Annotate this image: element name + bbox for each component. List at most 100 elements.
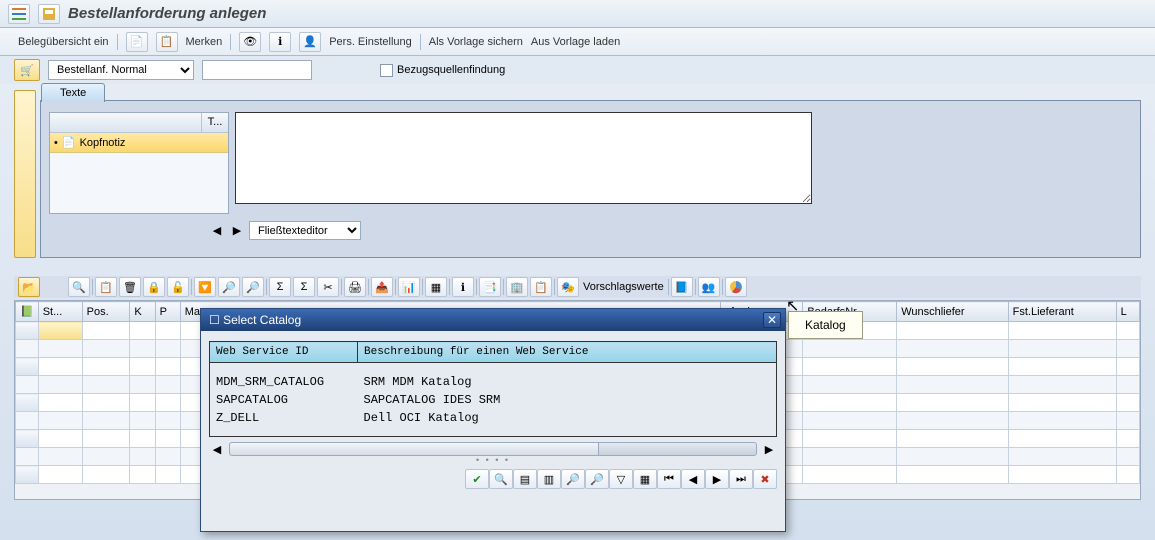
dlg-next-icon[interactable]: ▶ — [705, 469, 729, 489]
menu-icon[interactable] — [8, 4, 30, 24]
title-bar: Bestellanforderung anlegen — [0, 0, 1155, 28]
dlg-layout-icon[interactable]: ▦ — [633, 469, 657, 489]
catalog-row[interactable]: Z_DELLDell OCI Katalog — [210, 409, 777, 427]
info2-icon[interactable]: ℹ — [452, 277, 474, 297]
personal-icon[interactable]: 👤 — [299, 32, 321, 52]
grid-corner-icon[interactable]: 📗 — [16, 302, 39, 322]
env-icon[interactable]: 📑 — [479, 277, 501, 297]
print-icon[interactable]: 🖨 — [344, 277, 366, 297]
personal-label[interactable]: Pers. Einstellung — [329, 36, 412, 48]
page-title: Bestellanforderung anlegen — [68, 5, 266, 22]
overview-toggle[interactable]: Belegübersicht ein — [18, 36, 109, 48]
collapse-header-btn[interactable] — [14, 90, 36, 258]
unlock-icon[interactable]: 🔓 — [167, 277, 189, 297]
copy-icon[interactable]: 📋 — [95, 277, 117, 297]
text-row-label: Kopfnotiz — [80, 137, 126, 149]
detail-icon[interactable]: 🔍 — [68, 277, 90, 297]
dlg-scroll-left-icon[interactable]: ◀ — [209, 441, 225, 457]
sum-icon[interactable]: Σ — [269, 277, 291, 297]
save-template-btn[interactable]: Als Vorlage sichern — [429, 36, 523, 48]
catalog-col-desc[interactable]: Beschreibung für einen Web Service — [358, 342, 777, 363]
source-determination-checkbox[interactable]: Bezugsquellenfindung — [380, 64, 505, 77]
print-preview-icon[interactable]: 👁 — [239, 32, 261, 52]
cart-icon[interactable]: 🛒 — [14, 59, 40, 81]
catalog-row[interactable]: MDM_SRM_CATALOGSRM MDM Katalog — [210, 373, 777, 391]
grid-col-pos[interactable]: Pos. — [82, 302, 130, 322]
collapse-items-btn[interactable]: 📂 — [18, 277, 40, 297]
grid-col-wunsch[interactable]: Wunschliefer — [897, 302, 1008, 322]
excel-icon[interactable]: 📊 — [398, 277, 420, 297]
addr-icon[interactable]: 🏢 — [506, 277, 528, 297]
text-list-col2: T... — [202, 113, 228, 132]
find-icon[interactable]: 🔎 — [218, 277, 240, 297]
delete-icon[interactable]: 🗑 — [119, 277, 141, 297]
dlg-sort-asc-icon[interactable]: ▤ — [513, 469, 537, 489]
dlg-last-icon[interactable]: ⏭ — [729, 469, 753, 489]
separator — [395, 279, 396, 295]
grid-col-p[interactable]: P — [155, 302, 180, 322]
dlg-scroll-right-icon[interactable]: ▶ — [761, 441, 777, 457]
dlg-filter-icon[interactable]: ▽ — [609, 469, 633, 489]
separator — [695, 279, 696, 295]
catalog-col-id[interactable]: Web Service ID — [210, 342, 358, 363]
separator — [191, 279, 192, 295]
next-text-icon[interactable]: ▶ — [229, 223, 245, 239]
separator — [449, 279, 450, 295]
hold-label[interactable]: Merken — [186, 36, 223, 48]
app-toolbar: Belegübersicht ein 📄 📋 Merken 👁 ℹ 👤 Pers… — [0, 28, 1155, 56]
item-toolbar: 📂 🔍 📋 🗑 🔒 🔓 🔽 🔎 🔎 Σ Σ ✂ 🖨 📤 📊 ▦ ℹ 📑 🏢 📋 … — [14, 276, 1141, 298]
hold-icon[interactable]: 📋 — [156, 32, 178, 52]
find-next-icon[interactable]: 🔎 — [242, 277, 264, 297]
assign-icon[interactable]: 👥 — [698, 277, 720, 297]
grid-col-l[interactable]: L — [1116, 302, 1139, 322]
export-icon[interactable]: 📤 — [371, 277, 393, 297]
tooltip-katalog: Katalog — [788, 311, 863, 339]
vorschlag-label[interactable]: Vorschlagswerte — [583, 281, 664, 293]
grid-col-st[interactable]: St... — [38, 302, 82, 322]
new-doc-icon[interactable]: 📄 — [126, 32, 148, 52]
clown-icon[interactable]: 🎭 — [557, 277, 579, 297]
dialog-resize-grip[interactable]: • • • • — [201, 455, 785, 465]
tab-texte[interactable]: Texte — [41, 83, 105, 102]
header-tabs: Texte T... • 📄 Kopfnotiz ◀ ▶ Fließtexted… — [40, 100, 1141, 258]
dialog-hscrollbar[interactable] — [229, 442, 757, 456]
separator — [341, 279, 342, 295]
dlg-find-icon[interactable]: 🔎 — [561, 469, 585, 489]
editor-mode-select[interactable]: Fließtexteditor — [249, 221, 361, 240]
prev-text-icon[interactable]: ◀ — [209, 223, 225, 239]
cond-icon[interactable]: 📋 — [530, 277, 552, 297]
grid-col-fst[interactable]: Fst.Lieferant — [1008, 302, 1116, 322]
text-row-kopfnotiz[interactable]: • 📄 Kopfnotiz — [50, 133, 228, 153]
dialog-close-icon[interactable]: ✕ — [763, 312, 781, 328]
dialog-titlebar[interactable]: ☐ Select Catalog ✕ — [201, 309, 785, 331]
dlg-ok-icon[interactable]: ✔ — [465, 469, 489, 489]
load-template-btn[interactable]: Aus Vorlage laden — [531, 36, 620, 48]
info-icon[interactable]: ℹ — [269, 32, 291, 52]
scissors-icon[interactable]: ✂ — [317, 277, 339, 297]
separator — [668, 279, 669, 295]
doc-type-select[interactable]: Bestellanf. Normal — [48, 60, 194, 80]
doc-type-row: 🛒 Bestellanf. Normal Bezugsquellenfindun… — [0, 56, 1155, 84]
subtotal-icon[interactable]: Σ — [293, 277, 315, 297]
dlg-cancel-icon[interactable]: ✖ — [753, 469, 777, 489]
dlg-first-icon[interactable]: ⏮ — [657, 469, 681, 489]
layout-icon[interactable]: ▦ — [425, 277, 447, 297]
dlg-find2-icon[interactable]: 🔎 — [585, 469, 609, 489]
doc-number-input[interactable] — [202, 60, 312, 80]
lock-icon[interactable]: 🔒 — [143, 277, 165, 297]
long-text-editor[interactable] — [235, 112, 812, 204]
grid-col-k[interactable]: K — [130, 302, 155, 322]
dlg-search-icon[interactable]: 🔍 — [489, 469, 513, 489]
catalog-icon[interactable]: 📘 — [671, 277, 693, 297]
chart-icon[interactable] — [725, 277, 747, 297]
save-header-icon[interactable] — [38, 4, 60, 24]
text-type-list: T... • 📄 Kopfnotiz — [49, 112, 229, 214]
checkbox-icon[interactable] — [380, 64, 393, 77]
catalog-row[interactable]: SAPCATALOGSAPCATALOG IDES SRM — [210, 391, 777, 409]
dlg-sort-desc-icon[interactable]: ▥ — [537, 469, 561, 489]
separator — [422, 279, 423, 295]
dlg-prev-icon[interactable]: ◀ — [681, 469, 705, 489]
separator — [420, 34, 421, 50]
separator — [92, 279, 93, 295]
filter-icon[interactable]: 🔽 — [194, 277, 216, 297]
